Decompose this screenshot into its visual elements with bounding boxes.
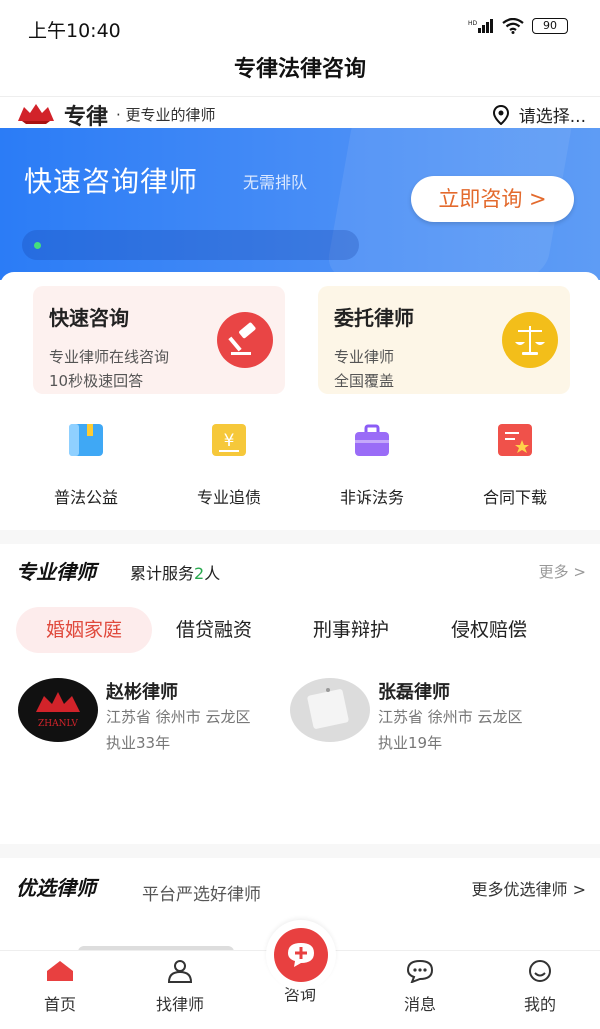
- section-subtitle: 平台严选好律师: [142, 885, 261, 905]
- grid-item-debt-collection[interactable]: ¥ 专业追债: [159, 422, 299, 508]
- avatar: ZHANLV: [18, 678, 98, 742]
- status-icons: HD 90: [468, 18, 568, 34]
- lawyer-area: 江苏省 徐州市 云龙区: [378, 708, 523, 726]
- nav-label: 我的: [523, 995, 556, 1014]
- grid-item-non-litigation[interactable]: 非诉法务: [302, 422, 442, 508]
- location-pin-icon: [492, 104, 509, 125]
- scales-icon: [502, 312, 558, 368]
- status-time: 上午10:40: [28, 20, 121, 42]
- system-home-bar: [0, 1018, 600, 1029]
- book-icon: [69, 424, 103, 456]
- grid-label: 普法公益: [53, 488, 118, 507]
- location-selector[interactable]: 请选择...: [492, 102, 586, 127]
- location-text: 请选择...: [518, 107, 586, 127]
- banner-subtitle: 无需排队: [243, 173, 308, 192]
- brand-bar: 专律 · 更专业的律师 请选择...: [0, 96, 600, 130]
- nav-find-lawyer[interactable]: 找律师: [120, 959, 240, 1015]
- card-line1: 专业律师: [334, 348, 395, 366]
- svg-text:¥: ¥: [224, 431, 235, 451]
- nav-label: 找律师: [155, 995, 204, 1014]
- banner-title: 快速咨询律师: [24, 165, 199, 198]
- contract-icon: [498, 424, 532, 456]
- lawyer-name: 张磊律师: [378, 682, 450, 703]
- lawyer-years: 执业19年: [378, 734, 443, 752]
- consult-now-button[interactable]: 立即咨询 >: [411, 176, 574, 222]
- svg-text:HD: HD: [468, 20, 478, 27]
- online-dot-icon: [34, 242, 41, 249]
- count-prefix: 累计服务: [130, 564, 195, 583]
- section-divider: [0, 530, 600, 544]
- gavel-icon: [217, 312, 273, 368]
- lawyer-card[interactable]: ZHANLV 赵彬律师 江苏省 徐州市 云龙区 执业33年: [18, 678, 298, 758]
- card-title: 委托律师: [334, 306, 414, 330]
- nav-label: 消息: [403, 995, 436, 1014]
- section-title: 专业律师: [16, 560, 96, 584]
- person-icon: [167, 960, 193, 983]
- promo-banner[interactable]: 快速咨询律师 无需排队 立即咨询 >: [0, 128, 600, 280]
- lawyer-area: 江苏省 徐州市 云龙区: [106, 708, 251, 726]
- brand-slogan: · 更专业的律师: [116, 106, 216, 124]
- tab-tort-compensation[interactable]: 侵权赔偿: [451, 607, 527, 653]
- nav-messages[interactable]: 消息: [360, 959, 480, 1015]
- nav-label: 首页: [43, 995, 76, 1014]
- tab-marriage-family[interactable]: 婚姻家庭: [16, 607, 152, 653]
- more-lawyers-link[interactable]: 更多 >: [539, 561, 586, 582]
- battery-level: 90: [543, 19, 557, 32]
- section-title: 优选律师: [16, 876, 96, 900]
- lawyer-name: 赵彬律师: [106, 682, 178, 703]
- yuan-card-icon: ¥: [212, 424, 246, 456]
- more-picked-lawyers-link[interactable]: 更多优选律师 >: [472, 876, 587, 900]
- consult-fab-button[interactable]: [274, 928, 328, 982]
- nav-mine[interactable]: 我的: [480, 959, 600, 1015]
- consult-fab[interactable]: [263, 920, 339, 990]
- hire-lawyer-card[interactable]: 委托律师 专业律师 全国覆盖: [318, 286, 570, 394]
- grid-label: 合同下载: [482, 488, 547, 507]
- avatar: [290, 678, 370, 742]
- smile-icon: [529, 960, 551, 982]
- brand-name: 专律: [64, 105, 109, 130]
- card-title: 快速咨询: [49, 306, 129, 330]
- quick-consult-card[interactable]: 快速咨询 专业律师在线咨询 10秒极速回答: [33, 286, 285, 394]
- chat-bubble-icon: [406, 959, 434, 984]
- wifi-icon: [502, 18, 524, 34]
- tab-lending[interactable]: 借贷融资: [176, 607, 252, 653]
- grid-item-contract-download[interactable]: 合同下载: [445, 422, 585, 508]
- pro-lawyers-section: 专业律师 累计服务2人 更多 > 婚姻家庭 借贷融资 刑事辩护 侵权赔偿 ZHA…: [0, 544, 600, 844]
- lawyer-card[interactable]: 张磊律师 江苏省 徐州市 云龙区 执业19年: [290, 678, 570, 758]
- tab-criminal-defense[interactable]: 刑事辩护: [313, 607, 389, 653]
- banner-ticker: [22, 230, 359, 260]
- svg-text:ZHANLV: ZHANLV: [38, 719, 78, 729]
- grid-label: 专业追债: [196, 488, 261, 507]
- count-suffix: 人: [204, 564, 221, 583]
- home-icon: [47, 961, 73, 981]
- briefcase-icon: [355, 424, 389, 456]
- feature-grid: 普法公益 ¥ 专业追债 非诉法务 合同下载: [0, 422, 600, 507]
- app-header: 专律法律咨询: [0, 50, 600, 96]
- card-line1: 专业律师在线咨询: [49, 348, 170, 366]
- card-line2: 全国覆盖: [334, 372, 395, 390]
- count-value: 2: [194, 564, 205, 583]
- service-count: 累计服务2人: [130, 560, 220, 584]
- grid-label: 非诉法务: [339, 488, 404, 507]
- status-bar: 上午10:40 HD 90: [0, 0, 600, 50]
- card-line2: 10秒极速回答: [49, 372, 144, 390]
- battery-icon: 90: [532, 18, 568, 34]
- services-panel: 快速咨询 专业律师在线咨询 10秒极速回答 委托律师 专业律师 全国覆盖 普法公…: [0, 272, 600, 530]
- brand-logo-icon: [18, 104, 54, 124]
- page-title: 专律法律咨询: [233, 57, 366, 82]
- grid-item-law-education[interactable]: 普法公益: [16, 422, 156, 508]
- chat-plus-icon: [288, 943, 314, 967]
- nav-home[interactable]: 首页: [0, 959, 120, 1015]
- signal-icon: HD: [468, 19, 493, 33]
- section-divider: [0, 844, 600, 858]
- lawyer-years: 执业33年: [106, 734, 171, 752]
